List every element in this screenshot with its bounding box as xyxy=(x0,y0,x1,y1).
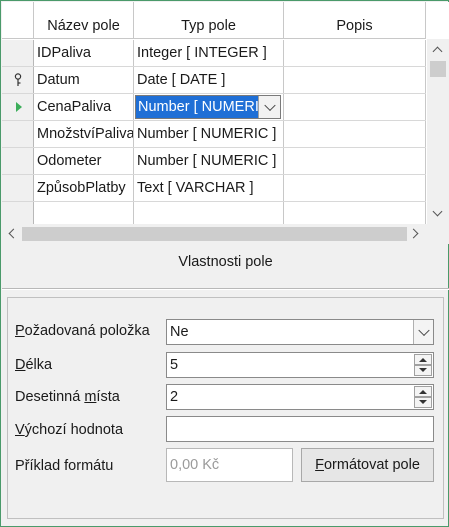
row-selector[interactable] xyxy=(2,40,34,66)
table-row[interactable]: IDPaliva Integer [ INTEGER ] xyxy=(2,40,426,67)
format-example-field: 0,00 Kč xyxy=(166,448,293,482)
chevron-left-icon xyxy=(8,228,19,239)
length-label: Délka xyxy=(15,357,53,373)
field-type-cell[interactable]: Integer [ INTEGER ] xyxy=(134,40,284,66)
scroll-left-button[interactable] xyxy=(2,224,20,244)
table-row[interactable]: Datum Date [ DATE ] xyxy=(2,67,426,94)
length-value[interactable]: 5 xyxy=(170,353,178,377)
decimals-decrement-button[interactable] xyxy=(414,397,432,408)
description-cell[interactable] xyxy=(284,175,426,201)
table-row[interactable]: MnožstvíPaliva Number [ NUMERIC ] xyxy=(2,121,426,148)
field-name-cell[interactable]: ZpůsobPlatby xyxy=(34,175,134,201)
chevron-down-icon xyxy=(417,324,430,337)
table-row-empty[interactable] xyxy=(2,202,426,224)
key-icon xyxy=(14,73,22,86)
triangle-down-icon xyxy=(419,368,427,372)
chevron-down-icon xyxy=(432,206,443,217)
table-row[interactable]: CenaPaliva Number [ NUMERIC ] xyxy=(2,94,426,121)
grid-header: Název pole Typ pole Popis xyxy=(2,14,426,39)
field-type-dropdown-button[interactable] xyxy=(258,96,280,118)
default-value-label: Výchozí hodnota xyxy=(15,422,124,438)
format-example-value: 0,00 Kč xyxy=(170,457,220,473)
required-label: Požadovaná položka xyxy=(15,323,150,339)
field-type-cell[interactable] xyxy=(134,202,284,224)
field-grid: Název pole Typ pole Popis IDPaliva Integ… xyxy=(2,2,449,224)
splitter[interactable] xyxy=(2,288,449,290)
chevron-down-icon xyxy=(263,99,276,112)
length-spinbox[interactable]: 5 xyxy=(166,352,434,378)
required-dropdown[interactable]: Ne xyxy=(166,319,434,345)
field-name-cell[interactable]: IDPaliva xyxy=(34,40,134,66)
field-name-cell[interactable]: CenaPaliva xyxy=(34,94,134,120)
grid-rows: IDPaliva Integer [ INTEGER ] Datum Date … xyxy=(2,40,426,224)
default-value-input[interactable] xyxy=(166,416,434,442)
description-cell[interactable] xyxy=(284,67,426,93)
required-dropdown-button[interactable] xyxy=(413,320,433,344)
field-properties-title: Vlastnosti pole xyxy=(178,254,273,270)
row-header-corner[interactable] xyxy=(2,14,34,39)
scroll-right-button[interactable] xyxy=(407,224,425,244)
table-row[interactable]: ZpůsobPlatby Text [ VARCHAR ] xyxy=(2,175,426,202)
vertical-scrollbar[interactable] xyxy=(427,39,449,224)
description-cell[interactable] xyxy=(284,94,426,120)
field-properties-panel: Požadovaná položka Ne Délka 5 Desetinná … xyxy=(7,297,444,519)
description-cell[interactable] xyxy=(284,148,426,174)
length-spin-buttons xyxy=(414,354,432,376)
field-name-cell[interactable]: Datum xyxy=(34,67,134,93)
field-name-cell[interactable]: Odometer xyxy=(34,148,134,174)
description-cell[interactable] xyxy=(284,121,426,147)
triangle-down-icon xyxy=(419,400,427,404)
table-design-window: Název pole Typ pole Popis IDPaliva Integ… xyxy=(0,0,449,527)
decimals-value[interactable]: 2 xyxy=(170,385,178,409)
table-row[interactable]: Odometer Number [ NUMERIC ] xyxy=(2,148,426,175)
field-type-cell[interactable]: Number [ NUMERIC ] xyxy=(134,121,284,147)
column-header-description[interactable]: Popis xyxy=(284,14,426,39)
row-selector[interactable] xyxy=(2,175,34,201)
chevron-up-icon xyxy=(432,46,443,57)
row-selector[interactable] xyxy=(2,67,34,93)
triangle-up-icon xyxy=(419,358,427,362)
field-name-cell[interactable] xyxy=(34,202,134,224)
description-cell[interactable] xyxy=(284,40,426,66)
triangle-up-icon xyxy=(419,390,427,394)
row-selector[interactable] xyxy=(2,148,34,174)
length-decrement-button[interactable] xyxy=(414,365,432,376)
field-type-cell[interactable]: Text [ VARCHAR ] xyxy=(134,175,284,201)
field-type-dropdown-value[interactable]: Number [ NUMERIC ] xyxy=(136,96,258,118)
row-selector[interactable] xyxy=(2,94,34,120)
vertical-scroll-thumb[interactable] xyxy=(430,61,446,77)
format-example-label: Příklad formátu xyxy=(15,458,114,474)
horizontal-scrollbar[interactable] xyxy=(2,224,449,244)
length-increment-button[interactable] xyxy=(414,354,432,365)
scroll-up-button[interactable] xyxy=(427,41,449,59)
decimals-spin-buttons xyxy=(414,386,432,408)
required-value: Ne xyxy=(170,324,189,340)
description-cell[interactable] xyxy=(284,202,426,224)
column-header-field-name[interactable]: Název pole xyxy=(34,14,134,39)
horizontal-scroll-thumb[interactable] xyxy=(22,227,407,241)
scroll-down-button[interactable] xyxy=(427,205,449,223)
column-header-field-type[interactable]: Typ pole xyxy=(134,14,284,39)
field-name-cell[interactable]: MnožstvíPaliva xyxy=(34,121,134,147)
current-row-arrow-icon xyxy=(16,102,22,112)
grid-top-band xyxy=(2,2,426,14)
chevron-right-icon xyxy=(408,228,419,239)
decimals-increment-button[interactable] xyxy=(414,386,432,397)
field-type-cell[interactable]: Date [ DATE ] xyxy=(134,67,284,93)
field-type-dropdown[interactable]: Number [ NUMERIC ] xyxy=(135,95,281,119)
row-selector[interactable] xyxy=(2,121,34,147)
field-type-cell[interactable]: Number [ NUMERIC ] xyxy=(134,94,284,120)
decimals-spinbox[interactable]: 2 xyxy=(166,384,434,410)
row-selector[interactable] xyxy=(2,202,34,224)
field-type-cell[interactable]: Number [ NUMERIC ] xyxy=(134,148,284,174)
decimals-label: Desetinná místa xyxy=(15,389,120,405)
format-field-button[interactable]: Formátovat pole xyxy=(301,448,434,482)
